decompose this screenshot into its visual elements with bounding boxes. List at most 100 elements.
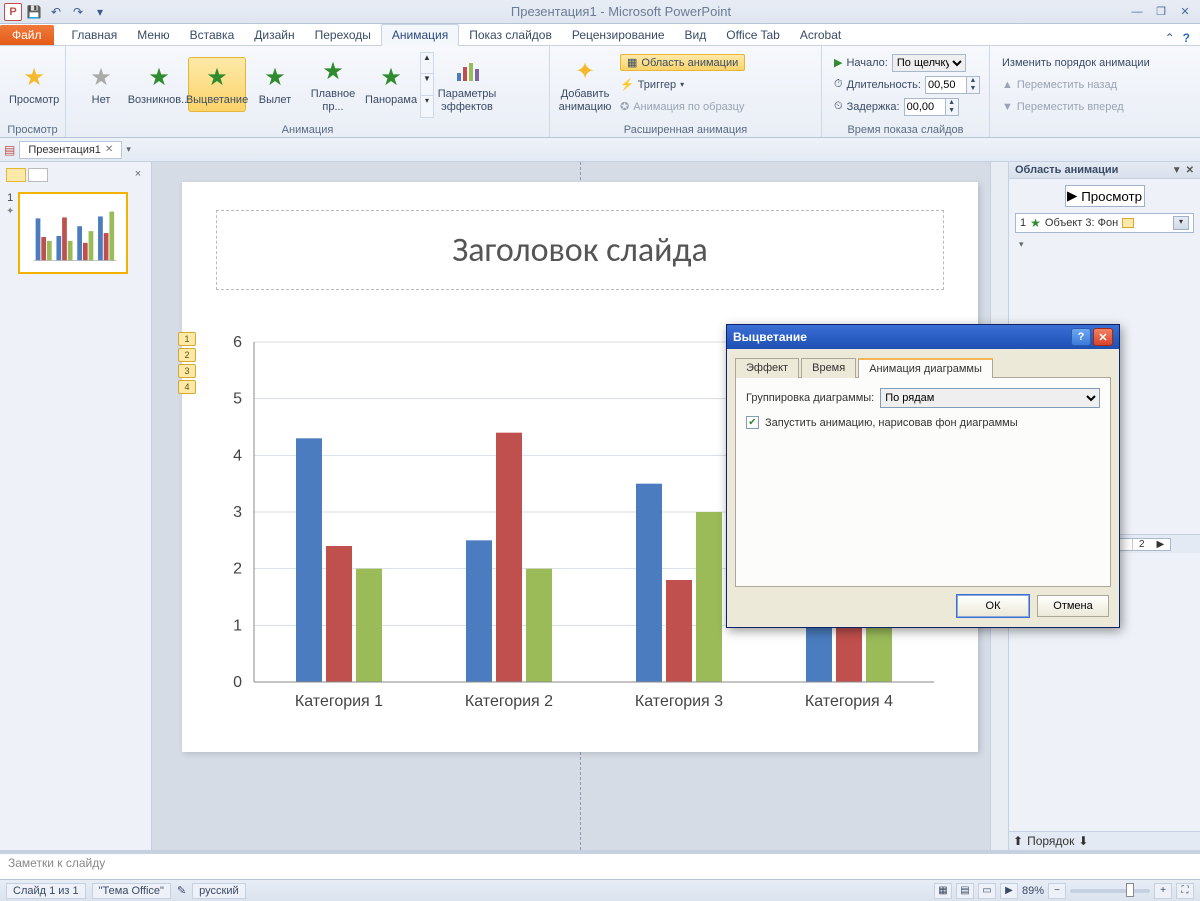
arrow-up-icon: ▲ xyxy=(1002,79,1013,91)
effect-fade[interactable]: ★Выцветание xyxy=(188,57,246,111)
bars-icon xyxy=(452,56,482,86)
svg-text:0: 0 xyxy=(233,674,242,691)
tab-menu[interactable]: Меню xyxy=(127,25,179,45)
slide-thumbnail[interactable] xyxy=(18,192,128,274)
tab-view[interactable]: Вид xyxy=(675,25,717,45)
qat-more-icon[interactable]: ▾ xyxy=(90,2,110,22)
seq-tag[interactable]: 4 xyxy=(178,380,196,394)
slide-title-placeholder[interactable]: Заголовок слайда xyxy=(216,210,944,290)
view-normal-icon[interactable]: ▦ xyxy=(934,883,952,899)
app-icon[interactable]: P xyxy=(4,3,22,21)
preview-button[interactable]: ★ Просмотр xyxy=(6,57,62,111)
view-reading-icon[interactable]: ▭ xyxy=(978,883,996,899)
view-sorter-icon[interactable]: ▤ xyxy=(956,883,974,899)
animation-list-item[interactable]: 1 ★ Объект 3: Фон ▾ xyxy=(1015,213,1194,233)
seq-tag[interactable]: 1 xyxy=(178,332,196,346)
ok-button[interactable]: ОК xyxy=(957,595,1029,617)
seq-tag[interactable]: 3 xyxy=(178,364,196,378)
tab-review[interactable]: Рецензирование xyxy=(562,25,675,45)
clock-icon: ⏱ xyxy=(834,78,843,91)
add-animation-button[interactable]: ✦ Добавить анимацию xyxy=(556,51,614,117)
tab-home[interactable]: Главная xyxy=(62,25,128,45)
reorder-up-icon[interactable]: ⬆ xyxy=(1013,834,1023,848)
spin-next-icon[interactable]: ▶ xyxy=(1151,539,1171,550)
help-icon[interactable]: ? xyxy=(1183,31,1190,45)
up-icon[interactable]: ▲ xyxy=(946,99,958,107)
dialog-tab-timing[interactable]: Время xyxy=(801,358,856,378)
zoom-out-icon[interactable]: − xyxy=(1048,883,1066,899)
down-icon[interactable]: ▼ xyxy=(967,85,979,93)
view-slideshow-icon[interactable]: ▶ xyxy=(1000,883,1018,899)
tab-transitions[interactable]: Переходы xyxy=(305,25,381,45)
panel-close-icon[interactable]: × xyxy=(131,168,145,182)
tab-insert[interactable]: Вставка xyxy=(180,25,245,45)
effect-float[interactable]: ★Плавное пр... xyxy=(304,51,362,117)
seq-tag[interactable]: 2 xyxy=(178,348,196,362)
start-select[interactable]: По щелчку xyxy=(892,54,966,72)
delay-input[interactable] xyxy=(904,98,946,116)
save-icon[interactable]: 💾 xyxy=(24,2,44,22)
star-icon: ★ xyxy=(380,63,402,92)
pane-dropdown-icon[interactable]: ▼ xyxy=(1172,165,1182,176)
item-dropdown-icon[interactable]: ▾ xyxy=(1173,216,1189,230)
zoom-in-icon[interactable]: + xyxy=(1154,883,1172,899)
pane-close-icon[interactable]: ✕ xyxy=(1186,165,1194,176)
titlebar: P 💾 ↶ ↷ ▾ Презентация1 - Microsoft Power… xyxy=(0,0,1200,24)
dialog-tab-chart-anim[interactable]: Анимация диаграммы xyxy=(858,358,993,378)
tab-design[interactable]: Дизайн xyxy=(244,25,304,45)
tab-officetab[interactable]: Office Tab xyxy=(716,25,790,45)
bolt-icon: ⚡ xyxy=(620,78,634,91)
minimize-icon[interactable]: — xyxy=(1128,5,1146,19)
tab-animations[interactable]: Анимация xyxy=(381,24,459,46)
doc-more-icon[interactable]: ▾ xyxy=(126,144,131,155)
cancel-button[interactable]: Отмена xyxy=(1037,595,1109,617)
pane-reorder-row: ⬆ Порядок ⬇ xyxy=(1009,831,1200,850)
spellcheck-icon[interactable]: ✎ xyxy=(177,884,186,897)
animation-pane-toggle[interactable]: ▦Область анимации xyxy=(620,54,745,71)
up-icon[interactable]: ▲ xyxy=(967,77,979,85)
ribbon-minimize-icon[interactable]: ⌃ xyxy=(1165,31,1175,45)
svg-text:6: 6 xyxy=(233,334,242,351)
move-back-button: ▲Переместить назад xyxy=(1002,75,1150,95)
close-icon[interactable]: ✕ xyxy=(1176,5,1194,19)
effect-appear[interactable]: ★Возникнов... xyxy=(130,57,188,111)
svg-text:Категория 4: Категория 4 xyxy=(805,693,893,710)
reorder-down-icon[interactable]: ⬇ xyxy=(1078,834,1088,848)
fit-to-window-icon[interactable]: ⛶ xyxy=(1176,883,1194,899)
undo-icon[interactable]: ↶ xyxy=(46,2,66,22)
trigger-button[interactable]: ⚡Триггер▾ xyxy=(620,75,745,95)
gallery-down-icon[interactable]: ▼ xyxy=(421,73,433,95)
status-language[interactable]: русский xyxy=(192,883,245,899)
down-icon[interactable]: ▼ xyxy=(946,107,958,115)
zoom-slider[interactable] xyxy=(1070,889,1150,893)
redo-icon[interactable]: ↷ xyxy=(68,2,88,22)
tab-acrobat[interactable]: Acrobat xyxy=(790,25,851,45)
effect-options-button[interactable]: Параметры эффектов xyxy=(438,51,496,117)
dialog-tab-effect[interactable]: Эффект xyxy=(735,358,799,378)
restore-icon[interactable]: ❐ xyxy=(1152,5,1170,19)
effect-fly[interactable]: ★Вылет xyxy=(246,57,304,111)
outline-view-tab[interactable] xyxy=(28,168,48,182)
gallery-up-icon[interactable]: ▲ xyxy=(421,53,433,74)
grouping-select[interactable]: По рядам xyxy=(880,388,1100,408)
dialog-titlebar[interactable]: Выцветание ? ✕ xyxy=(727,325,1119,349)
dialog-help-icon[interactable]: ? xyxy=(1071,328,1091,346)
svg-text:4: 4 xyxy=(233,447,242,464)
expand-icon[interactable]: ▾ xyxy=(1015,239,1194,250)
effect-none[interactable]: ★Нет xyxy=(72,57,130,111)
tab-slideshow[interactable]: Показ слайдов xyxy=(459,25,562,45)
effect-split[interactable]: ★Панорама xyxy=(362,57,420,111)
document-tab[interactable]: Презентация1✕ xyxy=(19,141,122,159)
draw-bg-checkbox[interactable]: ✔ xyxy=(746,416,759,429)
dialog-close-icon[interactable]: ✕ xyxy=(1093,328,1113,346)
star-icon: ★ xyxy=(90,63,112,92)
slides-view-tab[interactable] xyxy=(6,168,26,182)
gallery-more-icon[interactable]: ▾ xyxy=(421,95,433,117)
duration-input[interactable] xyxy=(925,76,967,94)
notes-placeholder[interactable]: Заметки к слайду xyxy=(0,853,1200,879)
star-icon: ★ xyxy=(264,63,286,92)
pane-play-button[interactable]: ▶Просмотр xyxy=(1065,185,1145,207)
file-tab[interactable]: Файл xyxy=(0,25,54,45)
animation-pane-title: Область анимации xyxy=(1015,164,1118,176)
close-doc-icon[interactable]: ✕ xyxy=(105,144,113,155)
